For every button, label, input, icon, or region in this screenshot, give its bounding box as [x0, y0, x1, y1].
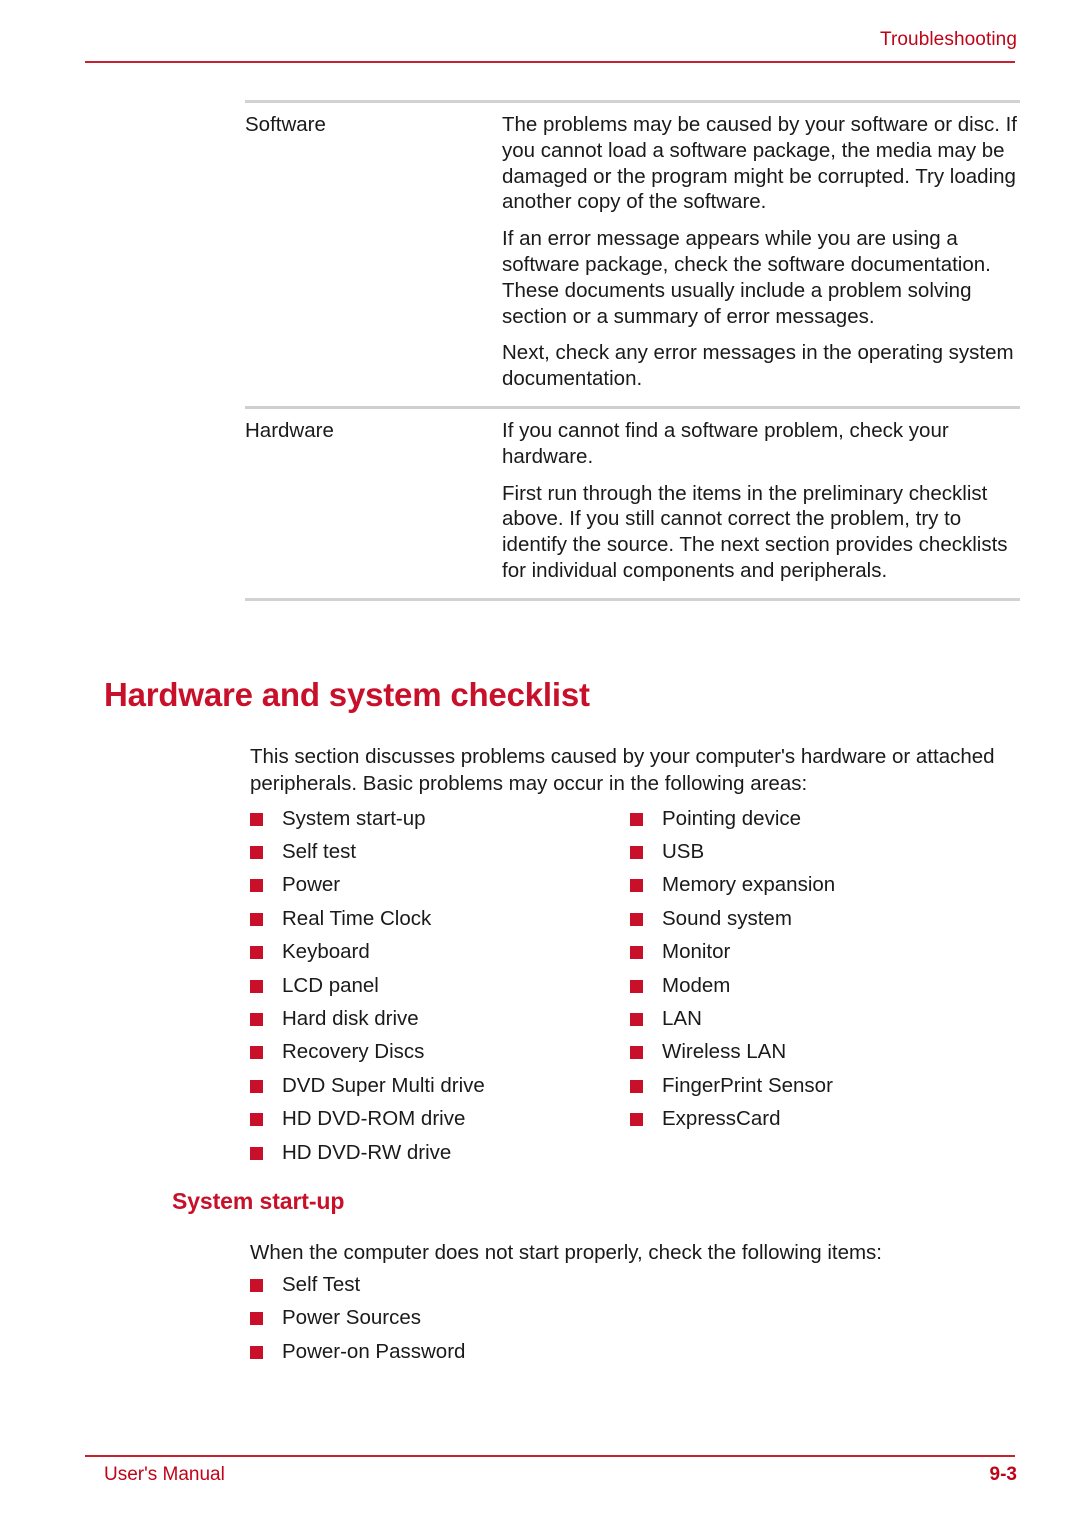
list-item-label: Power	[282, 873, 341, 897]
list-item-label: Power-on Password	[282, 1339, 466, 1363]
list-item-label: Wireless LAN	[662, 1040, 787, 1064]
document-page: Troubleshooting Software The problems ma…	[0, 0, 1080, 1529]
square-bullet-icon	[250, 1278, 263, 1292]
table-paragraph: Next, check any error messages in the op…	[502, 341, 1014, 391]
table-paragraph: If you cannot find a software problem, c…	[502, 418, 949, 468]
list-item-label: Sound system	[662, 906, 792, 930]
list-item: ExpressCard	[630, 1103, 1020, 1136]
square-bullet-icon	[630, 1046, 643, 1060]
list-item-label: Recovery Discs	[282, 1040, 425, 1064]
subsection-checklist: Self Test Power Sources Power-on Passwor…	[250, 1268, 750, 1369]
list-item-label: Monitor	[662, 940, 731, 964]
square-bullet-icon	[630, 979, 643, 993]
list-item: Memory expansion	[630, 869, 1020, 902]
list-item: Monitor	[630, 936, 1020, 969]
list-item-label: Memory expansion	[662, 873, 836, 897]
header-divider-rule	[85, 61, 1015, 63]
table-paragraph: The problems may be caused by your softw…	[502, 113, 1018, 214]
list-item: Self test	[250, 835, 630, 868]
list-item: HD DVD-RW drive	[250, 1136, 630, 1169]
list-item: HD DVD-ROM drive	[250, 1103, 630, 1136]
square-bullet-icon	[630, 846, 643, 860]
square-bullet-icon	[250, 1312, 263, 1326]
square-bullet-icon	[250, 1079, 263, 1093]
square-bullet-icon	[250, 1113, 263, 1127]
list-item-label: LAN	[662, 1007, 702, 1031]
list-item: Recovery Discs	[250, 1036, 630, 1069]
square-bullet-icon	[250, 846, 263, 860]
section-intro-paragraph: This section discusses problems caused b…	[250, 745, 995, 795]
square-bullet-icon	[630, 879, 643, 893]
list-item: Power-on Password	[250, 1335, 750, 1369]
list-item-label: ExpressCard	[662, 1107, 781, 1131]
list-item-label: Power Sources	[282, 1306, 422, 1330]
square-bullet-icon	[250, 1345, 263, 1359]
list-item: Self Test	[250, 1268, 750, 1302]
square-bullet-icon	[250, 879, 263, 893]
square-bullet-icon	[630, 812, 643, 826]
table-rule-bottom	[245, 597, 1020, 601]
list-item: LAN	[630, 1002, 1020, 1035]
list-item: Wireless LAN	[630, 1036, 1020, 1069]
list-item-label: Real Time Clock	[282, 906, 432, 930]
list-item: USB	[630, 835, 1020, 868]
subsection-intro-paragraph: When the computer does not start properl…	[250, 1241, 883, 1264]
table-row: Hardware If you cannot find a software p…	[245, 409, 1020, 598]
list-item-label: Self test	[282, 840, 357, 864]
list-item: FingerPrint Sensor	[630, 1069, 1020, 1102]
square-bullet-icon	[630, 1113, 643, 1127]
troubleshooting-table: Software The problems may be caused by y…	[245, 100, 1020, 601]
list-item-label: Hard disk drive	[282, 1007, 419, 1031]
list-item-label: LCD panel	[282, 973, 379, 997]
table-paragraph: First run through the items in the preli…	[502, 481, 1008, 582]
table-row-label: Hardware	[245, 418, 334, 442]
square-bullet-icon	[250, 946, 263, 960]
square-bullet-icon	[630, 1079, 643, 1093]
square-bullet-icon	[250, 1146, 263, 1160]
list-item: Keyboard	[250, 936, 630, 969]
list-item-label: System start-up	[282, 806, 426, 830]
list-item: Power Sources	[250, 1302, 750, 1336]
list-item-label: HD DVD-RW drive	[282, 1140, 452, 1164]
list-item: Modem	[630, 969, 1020, 1002]
square-bullet-icon	[630, 912, 643, 926]
table-paragraph: If an error message appears while you ar…	[502, 227, 991, 328]
list-item-label: Self Test	[282, 1272, 361, 1296]
list-item-label: Modem	[662, 973, 731, 997]
list-item: Real Time Clock	[250, 902, 630, 935]
checklist-column-right: Pointing device USB Memory expansion Sou…	[630, 802, 1020, 1136]
square-bullet-icon	[250, 1046, 263, 1060]
square-bullet-icon	[630, 946, 643, 960]
running-header-chapter-title: Troubleshooting	[879, 29, 1017, 50]
square-bullet-icon	[250, 979, 263, 993]
footer-manual-label: User's Manual	[104, 1464, 225, 1485]
footer-divider-rule	[85, 1455, 1015, 1457]
list-item-label: HD DVD-ROM drive	[282, 1107, 466, 1131]
square-bullet-icon	[250, 812, 263, 826]
square-bullet-icon	[250, 912, 263, 926]
list-item: Power	[250, 869, 630, 902]
list-item-label: Keyboard	[282, 940, 370, 964]
square-bullet-icon	[250, 1013, 263, 1027]
table-row: Software The problems may be caused by y…	[245, 103, 1020, 406]
section-heading: Hardware and system checklist	[104, 676, 590, 713]
list-item: DVD Super Multi drive	[250, 1069, 630, 1102]
list-item: Pointing device	[630, 802, 1020, 835]
table-row-label: Software	[245, 113, 326, 136]
list-item: Sound system	[630, 902, 1020, 935]
list-item-label: Pointing device	[662, 806, 802, 830]
list-item-label: USB	[662, 840, 705, 864]
list-item: Hard disk drive	[250, 1002, 630, 1035]
table-row-content: The problems may be caused by your softw…	[502, 112, 1020, 392]
checklist-column-left: System start-up Self test Power Real Tim…	[250, 802, 630, 1169]
list-item: System start-up	[250, 802, 630, 835]
list-item: LCD panel	[250, 969, 630, 1002]
list-item-label: DVD Super Multi drive	[282, 1073, 485, 1097]
footer-page-number: 9-3	[989, 1464, 1017, 1485]
list-item-label: FingerPrint Sensor	[662, 1073, 833, 1097]
subsection-heading: System start-up	[172, 1188, 345, 1214]
table-row-content: If you cannot find a software problem, c…	[502, 418, 1020, 584]
square-bullet-icon	[630, 1013, 643, 1027]
